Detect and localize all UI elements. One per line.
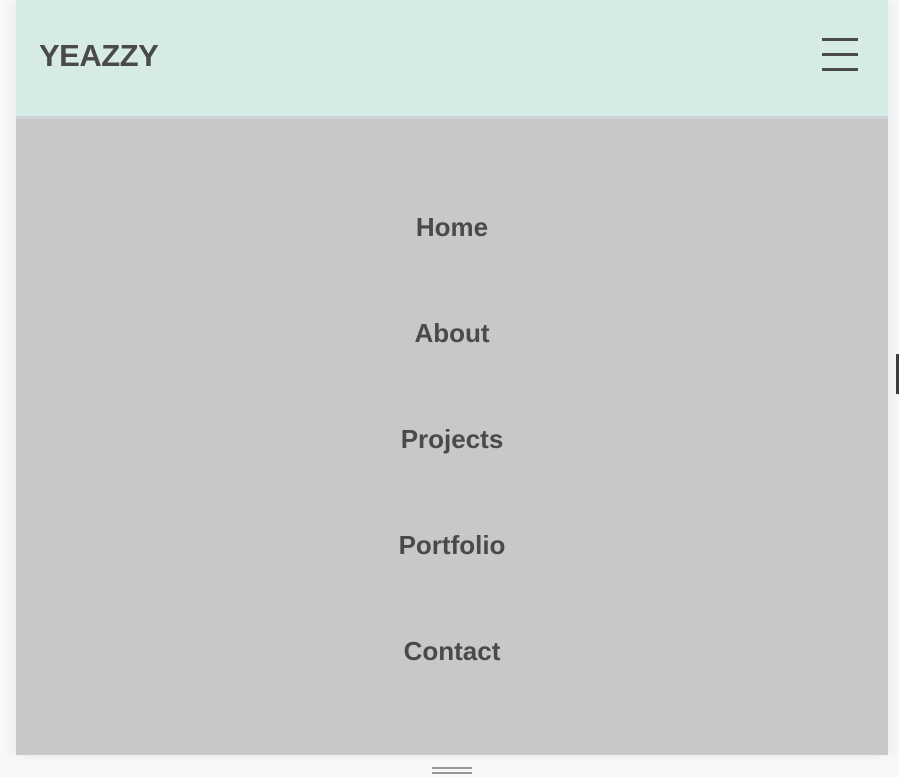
nav-link-home[interactable]: Home: [416, 207, 488, 247]
drag-handle-line-top: [432, 767, 472, 769]
nav-link-about[interactable]: About: [414, 313, 489, 353]
nav-item-about: About: [16, 313, 888, 353]
mobile-nav-menu: Home About Projects Portfolio Contact: [16, 119, 888, 755]
menu-bar-top: [822, 38, 858, 41]
drag-handle-line-bottom: [432, 772, 472, 774]
nav-item-home: Home: [16, 207, 888, 247]
nav-item-contact: Contact: [16, 631, 888, 671]
brand-logo[interactable]: YEAZZY: [39, 36, 159, 76]
menu-bar-middle: [822, 53, 858, 56]
viewport: YEAZZY Home About Projects Portfolio Con…: [0, 0, 899, 777]
menu-bar-bottom: [822, 68, 858, 71]
hamburger-menu-icon[interactable]: [822, 38, 858, 74]
drag-handle-icon[interactable]: [432, 767, 472, 777]
mobile-frame: YEAZZY Home About Projects Portfolio Con…: [16, 0, 888, 755]
nav-item-portfolio: Portfolio: [16, 525, 888, 565]
site-header: YEAZZY: [16, 0, 888, 119]
nav-link-contact[interactable]: Contact: [404, 631, 501, 671]
nav-item-projects: Projects: [16, 419, 888, 459]
nav-link-portfolio[interactable]: Portfolio: [399, 525, 506, 565]
nav-link-projects[interactable]: Projects: [401, 419, 504, 459]
